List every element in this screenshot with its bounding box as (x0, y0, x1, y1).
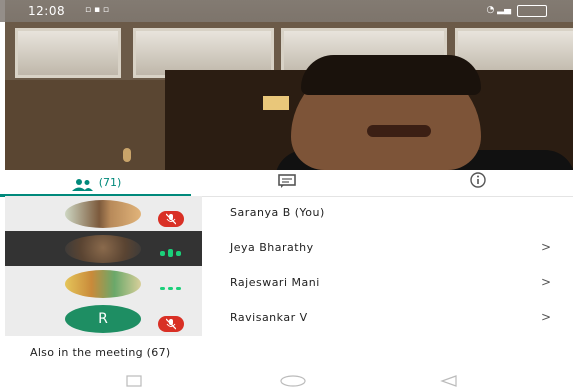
people-count: (71) (98, 175, 122, 189)
avatar (65, 200, 141, 228)
battery-icon (517, 5, 547, 17)
recents-button[interactable] (126, 372, 142, 391)
idle-indicator-icon (160, 284, 188, 292)
participant-row[interactable]: R Ravisankar V > (0, 301, 573, 336)
participant-row[interactable]: Jeya Bharathy > (0, 231, 573, 266)
tab-info[interactable] (382, 170, 573, 194)
avatar: R (65, 305, 141, 333)
participant-row[interactable]: Rajeswari Mani > (0, 266, 573, 301)
main-video-feed[interactable] (5, 0, 573, 170)
avatar (65, 270, 141, 298)
mic-off-icon (158, 316, 184, 332)
also-in-meeting-label: Also in the meeting (67) (30, 346, 171, 359)
participant-name: Rajeswari Mani (230, 276, 320, 289)
status-bar: 12:08 ▫ ▪ ▫ ◔ ▂▄ (0, 0, 573, 22)
participant-name: Ravisankar V (230, 311, 308, 324)
chat-icon (277, 173, 296, 192)
tab-people[interactable]: (71) (0, 170, 191, 197)
chevron-right-icon[interactable]: > (541, 310, 551, 324)
participant-name: Saranya B (You) (230, 206, 325, 219)
signal-icon: ◔ ▂▄ (486, 5, 511, 15)
mic-off-icon (158, 211, 184, 227)
avatar (65, 235, 141, 263)
participant-row[interactable]: Saranya B (You) (0, 196, 573, 231)
home-button[interactable] (279, 372, 307, 391)
meeting-tabs: (71) (0, 170, 573, 197)
chevron-right-icon[interactable]: > (541, 275, 551, 289)
people-icon (70, 176, 94, 191)
system-nav-bar (0, 366, 573, 389)
notification-icons: ▫ ▪ ▫ (85, 5, 110, 15)
status-time: 12:08 (28, 4, 66, 18)
info-icon (469, 172, 486, 192)
participant-name: Jeya Bharathy (230, 241, 314, 254)
back-button[interactable] (440, 372, 458, 391)
speaking-indicator-icon (160, 249, 188, 257)
chevron-right-icon[interactable]: > (541, 240, 551, 254)
tab-chat[interactable] (191, 170, 382, 194)
